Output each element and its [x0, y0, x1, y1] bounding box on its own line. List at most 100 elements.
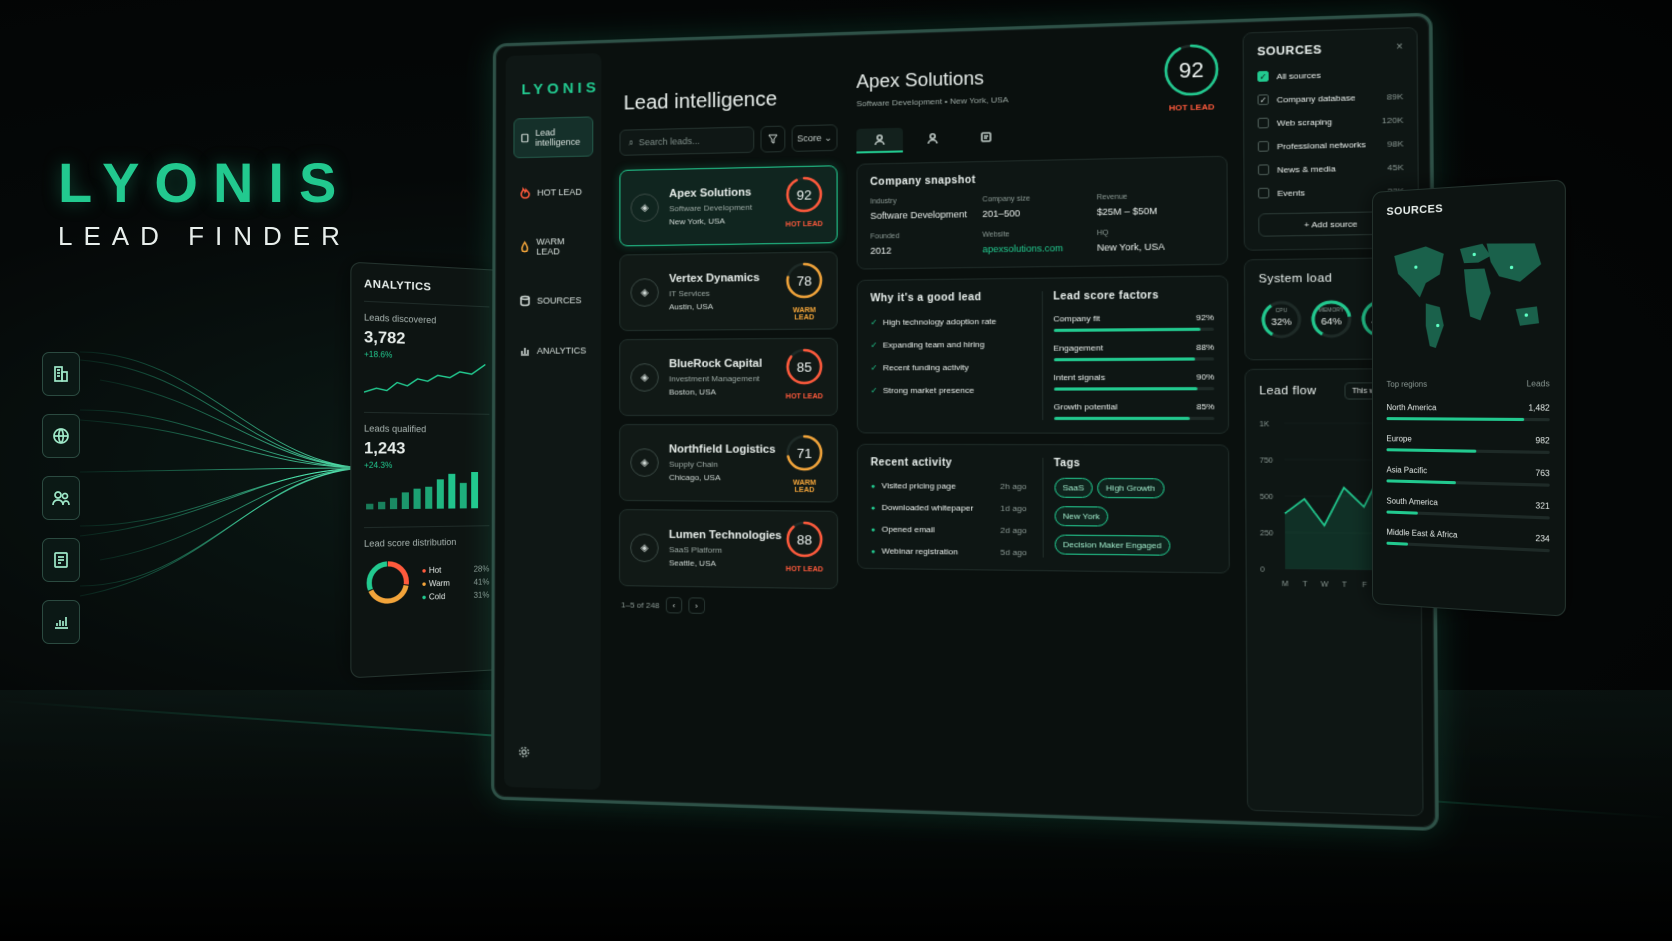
filter-button[interactable] — [760, 125, 786, 153]
globe-icon[interactable] — [42, 414, 80, 458]
region-row[interactable]: North America 1,482 — [1386, 403, 1550, 422]
tab-notes[interactable] — [963, 125, 1010, 151]
source-label: News & media — [1277, 163, 1336, 175]
legend-pct: 28% — [473, 563, 490, 574]
lead-card[interactable]: ◈ Northfield Logistics Supply Chain Chicago… — [619, 424, 839, 503]
score-distribution-card[interactable]: Lead score distribution ● Hot 28% ● Warm 41… — [363, 525, 490, 608]
distribution-label: Lead score distribution — [363, 536, 457, 549]
factor-pct: 88% — [1196, 342, 1215, 353]
tag-pill[interactable]: New York — [1053, 506, 1109, 527]
lead-card[interactable]: ◈ BlueRock Capital Investment Management Bo… — [619, 337, 838, 416]
region-row[interactable]: South America 321 — [1386, 496, 1550, 520]
left-icon-column — [42, 352, 80, 644]
leads-discovered-card[interactable]: Leads discovered 3,782 +18.6% — [363, 300, 490, 404]
tag-pill[interactable]: High Growth — [1097, 477, 1165, 499]
activity-event: Downloaded whitepaper — [871, 503, 974, 513]
lead-score-graphic: 85 — [784, 347, 824, 386]
sidebar-item-hot-lead[interactable]: HOT LEAD — [513, 177, 593, 209]
lead-card[interactable]: ◈ Vertex Dynamics IT Services Austin, USA 78… — [619, 251, 838, 332]
leads-qualified-card[interactable]: Leads qualified 1,243 +24.3% — [363, 411, 490, 517]
factors-title: Lead score factors — [1053, 289, 1159, 303]
tag-pill[interactable]: SaaS — [1053, 477, 1093, 498]
region-name: Europe — [1386, 434, 1412, 444]
search-input[interactable]: ⌕ Search leads... — [619, 126, 755, 156]
source-checkbox[interactable] — [1257, 117, 1269, 129]
tab-profile[interactable] — [856, 127, 903, 154]
tab-contacts[interactable] — [909, 126, 956, 152]
lead-info: Northfield Logistics Supply Chain Chicago,… — [669, 443, 776, 482]
qualified-bar — [448, 473, 456, 509]
load-gauge: MEMORY 64% — [1308, 298, 1354, 347]
qualified-bar — [425, 486, 433, 509]
region-row[interactable]: Europe 982 — [1386, 434, 1550, 455]
snapshot-value[interactable]: apexsolutions.com — [982, 242, 1096, 255]
users-icon[interactable] — [42, 476, 80, 520]
snapshot-field: Website apexsolutions.com — [982, 230, 1096, 255]
source-item[interactable]: ✓ All sources — [1257, 67, 1403, 82]
next-page-button[interactable]: › — [688, 597, 705, 614]
y-tick-label: 500 — [1260, 494, 1273, 502]
source-label: All sources — [1276, 69, 1321, 81]
company-logo-icon: ◈ — [630, 193, 659, 223]
source-item[interactable]: Professional networks 98K — [1257, 138, 1404, 152]
source-item[interactable]: ✓ Company database 89K — [1257, 91, 1404, 106]
factor-row: Intent signals 90% — [1053, 372, 1214, 382]
region-bar — [1386, 448, 1550, 455]
lead-card[interactable]: ◈ Apex Solutions Software Development New Y… — [619, 165, 838, 247]
activity-and-tags: Recent activity Visited pricing page 2h a… — [856, 443, 1230, 574]
source-checkbox[interactable] — [1258, 187, 1270, 199]
reason-item: Expanding team and hiring — [870, 339, 1026, 350]
snapshot-value: 2012 — [870, 245, 892, 257]
legend-dot: ● — [421, 578, 429, 589]
x-tick-label: W — [1321, 581, 1329, 589]
brand-block: LYONIS LEAD FINDER — [58, 150, 351, 252]
lead-tag: HOT LEAD — [785, 393, 824, 401]
prev-page-button[interactable]: ‹ — [665, 596, 683, 614]
buildings-icon[interactable] — [42, 352, 80, 396]
lead-name: Vertex Dynamics — [669, 271, 760, 286]
close-icon[interactable]: × — [1396, 41, 1403, 54]
source-checkbox[interactable]: ✓ — [1257, 94, 1269, 106]
sidebar-item-label: ANALYTICS — [536, 345, 587, 356]
source-item[interactable]: Web scraping 120K — [1257, 114, 1404, 129]
document-chart-icon[interactable] — [42, 538, 80, 582]
sidebar-item-sources[interactable]: SOURCES — [513, 285, 593, 316]
ring-score: 88 — [797, 532, 812, 548]
tag-pill[interactable]: Decision Maker Engaged — [1054, 534, 1171, 556]
source-checkbox[interactable] — [1257, 140, 1270, 152]
lead-location: Seattle, USA — [668, 558, 716, 569]
factor-bar-fill — [1053, 387, 1198, 391]
lead-info: Lumen Technologies SaaS Platform Seattle, … — [669, 529, 782, 569]
region-leads: 321 — [1535, 501, 1550, 512]
region-row[interactable]: Asia Pacific 763 — [1386, 465, 1550, 487]
source-count: 89K — [1386, 91, 1404, 102]
world-title: SOURCES — [1386, 202, 1443, 219]
sidebar-item-analytics[interactable]: ANALYTICS — [513, 335, 593, 366]
region-bar — [1386, 541, 1550, 553]
why-list: High technology adoption rate Expanding t… — [870, 316, 1026, 395]
region-name: North America — [1386, 403, 1437, 413]
snapshot-key: Revenue — [1096, 193, 1128, 202]
source-checkbox[interactable] — [1257, 164, 1270, 176]
sidebar-item-lead-intelligence[interactable]: Lead intelligence — [513, 116, 594, 159]
source-item[interactable]: News & media 45K — [1257, 162, 1404, 176]
source-count: 98K — [1387, 138, 1404, 149]
page-title: Lead intelligence — [623, 88, 778, 115]
region-row[interactable]: Middle East & Africa 234 — [1386, 528, 1550, 553]
legend-pct: 31% — [473, 589, 490, 600]
settings-gear-icon[interactable] — [518, 745, 530, 764]
qualified-bar — [471, 472, 479, 509]
region-row-text: South America 321 — [1386, 496, 1549, 511]
factor-pct: 92% — [1195, 312, 1214, 323]
why-title: Why it's a good lead — [870, 291, 982, 305]
score-sort-dropdown[interactable]: Score ⌄ — [791, 124, 838, 152]
gauge-label: MEMORY — [1318, 307, 1345, 314]
source-checkbox[interactable]: ✓ — [1257, 70, 1269, 82]
distribution-donut — [364, 558, 412, 607]
sidebar-item-warm-lead[interactable]: WARM LEAD — [513, 227, 593, 266]
ring-score: 78 — [797, 273, 812, 289]
search-icon: ⌕ — [628, 136, 634, 148]
leads-discovered-value: 3,782 — [363, 328, 406, 348]
lead-card[interactable]: ◈ Lumen Technologies SaaS Platform Seattle,… — [618, 509, 839, 590]
bar-chart-icon[interactable] — [42, 600, 80, 644]
